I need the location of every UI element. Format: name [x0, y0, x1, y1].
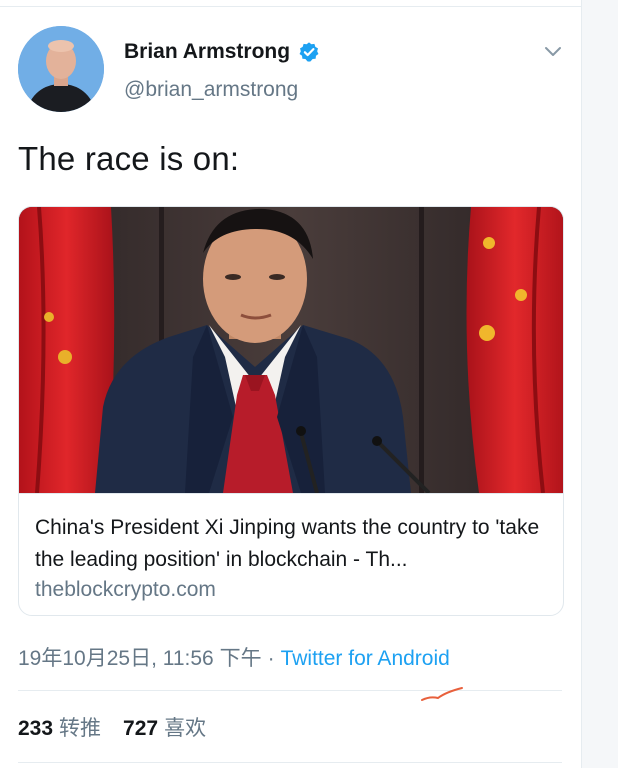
- card-image[interactable]: [19, 207, 563, 493]
- author-display-name[interactable]: Brian Armstrong: [124, 40, 290, 64]
- tweet-timestamp[interactable]: 19年10月25日, 11:56 下午: [18, 642, 262, 672]
- card-body[interactable]: China's President Xi Jinping wants the c…: [19, 493, 563, 615]
- right-gutter: [581, 0, 618, 768]
- tweet-stats: 233 转推 727 喜欢: [18, 712, 206, 742]
- meta-divider: [18, 690, 562, 691]
- author-handle[interactable]: @brian_armstrong: [124, 78, 298, 102]
- scribble-mark: [421, 687, 463, 701]
- author-name-row[interactable]: Brian Armstrong: [124, 38, 320, 66]
- avatar-image: [18, 26, 104, 112]
- top-divider: [0, 6, 582, 7]
- tweet-detail-page: Brian Armstrong @brian_armstrong The rac…: [0, 0, 618, 768]
- likes-label: 喜欢: [164, 717, 207, 740]
- chevron-down-icon[interactable]: [542, 40, 564, 62]
- stats-divider: [18, 762, 562, 763]
- speaker-photo: [19, 207, 563, 493]
- card-title[interactable]: China's President Xi Jinping wants the c…: [35, 512, 550, 576]
- avatar[interactable]: [18, 26, 104, 112]
- retweets-count: 233: [18, 717, 54, 740]
- link-preview-card[interactable]: China's President Xi Jinping wants the c…: [18, 206, 564, 616]
- tweet-meta: 19年10月25日, 11:56 下午 · Twitter for Androi…: [18, 642, 450, 672]
- likes-stat[interactable]: 727 喜欢: [123, 712, 206, 742]
- card-domain: theblockcrypto.com: [35, 578, 216, 601]
- tweet-source-link[interactable]: Twitter for Android: [281, 647, 450, 671]
- likes-count: 727: [123, 717, 159, 740]
- tweet-text: The race is on:: [18, 140, 240, 177]
- meta-separator: ·: [267, 647, 275, 670]
- retweets-stat[interactable]: 233 转推: [18, 712, 101, 742]
- verified-badge-icon: [298, 41, 320, 63]
- retweets-label: 转推: [59, 717, 102, 740]
